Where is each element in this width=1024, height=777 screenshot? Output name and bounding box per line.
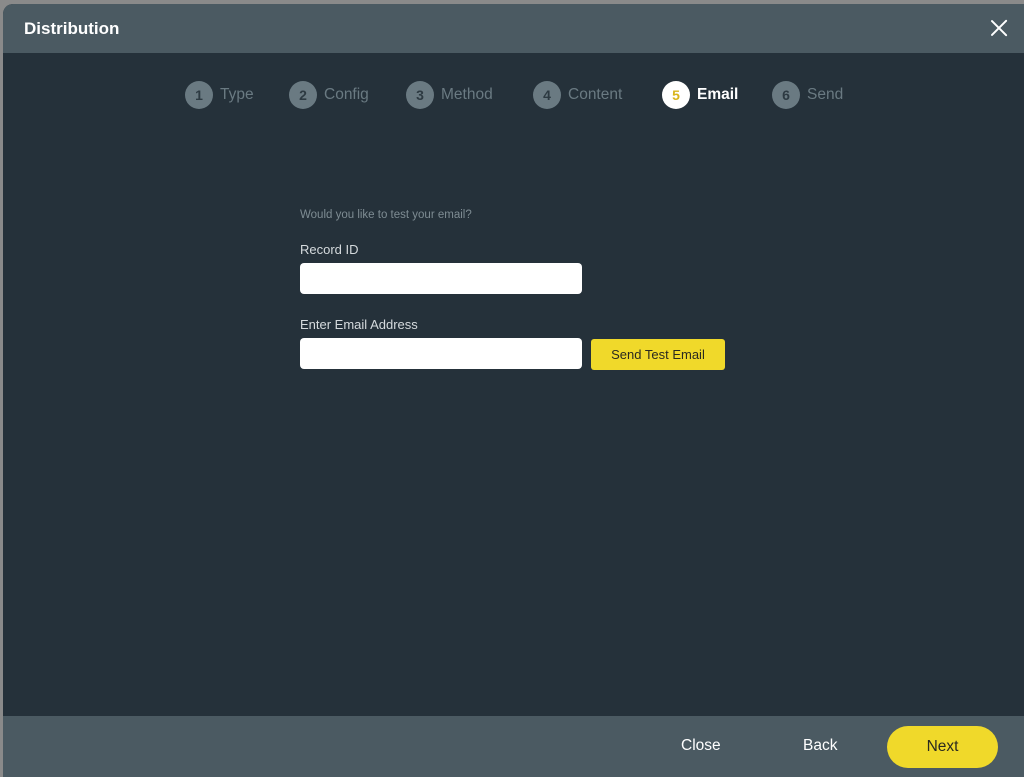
email-address-input[interactable] xyxy=(300,338,582,369)
record-id-input[interactable] xyxy=(300,263,582,294)
dialog-title: Distribution xyxy=(24,18,120,38)
step-label: Config xyxy=(324,86,369,103)
step-content[interactable]: 4 Content xyxy=(533,81,622,109)
dialog-header: Distribution xyxy=(3,4,1024,53)
step-number: 5 xyxy=(662,81,690,109)
distribution-dialog: Distribution 1 Type 2 Config 3 Method 4 … xyxy=(3,4,1024,777)
send-test-email-button[interactable]: Send Test Email xyxy=(591,339,725,370)
email-address-label: Enter Email Address xyxy=(300,317,418,332)
step-config[interactable]: 2 Config xyxy=(289,81,369,109)
record-id-label: Record ID xyxy=(300,242,359,257)
step-label: Method xyxy=(441,86,493,103)
step-method[interactable]: 3 Method xyxy=(406,81,493,109)
close-icon[interactable] xyxy=(988,17,1010,39)
step-number: 6 xyxy=(772,81,800,109)
step-type[interactable]: 1 Type xyxy=(185,81,254,109)
step-send[interactable]: 6 Send xyxy=(772,81,843,109)
next-button[interactable]: Next xyxy=(887,726,998,768)
step-label: Content xyxy=(568,86,623,103)
test-email-prompt: Would you like to test your email? xyxy=(300,209,472,221)
step-label: Email xyxy=(697,86,739,103)
step-number: 3 xyxy=(406,81,434,109)
step-number: 4 xyxy=(533,81,561,109)
step-number: 1 xyxy=(185,81,213,109)
wizard-steps: 1 Type 2 Config 3 Method 4 Content 5 Ema… xyxy=(3,81,1024,111)
step-label: Type xyxy=(220,86,254,103)
close-button[interactable]: Close xyxy=(675,736,727,756)
step-number: 2 xyxy=(289,81,317,109)
back-button[interactable]: Back xyxy=(797,736,843,756)
step-email[interactable]: 5 Email xyxy=(662,81,738,109)
dialog-footer: Close Back Next xyxy=(3,716,1024,777)
step-label: Send xyxy=(807,86,844,103)
